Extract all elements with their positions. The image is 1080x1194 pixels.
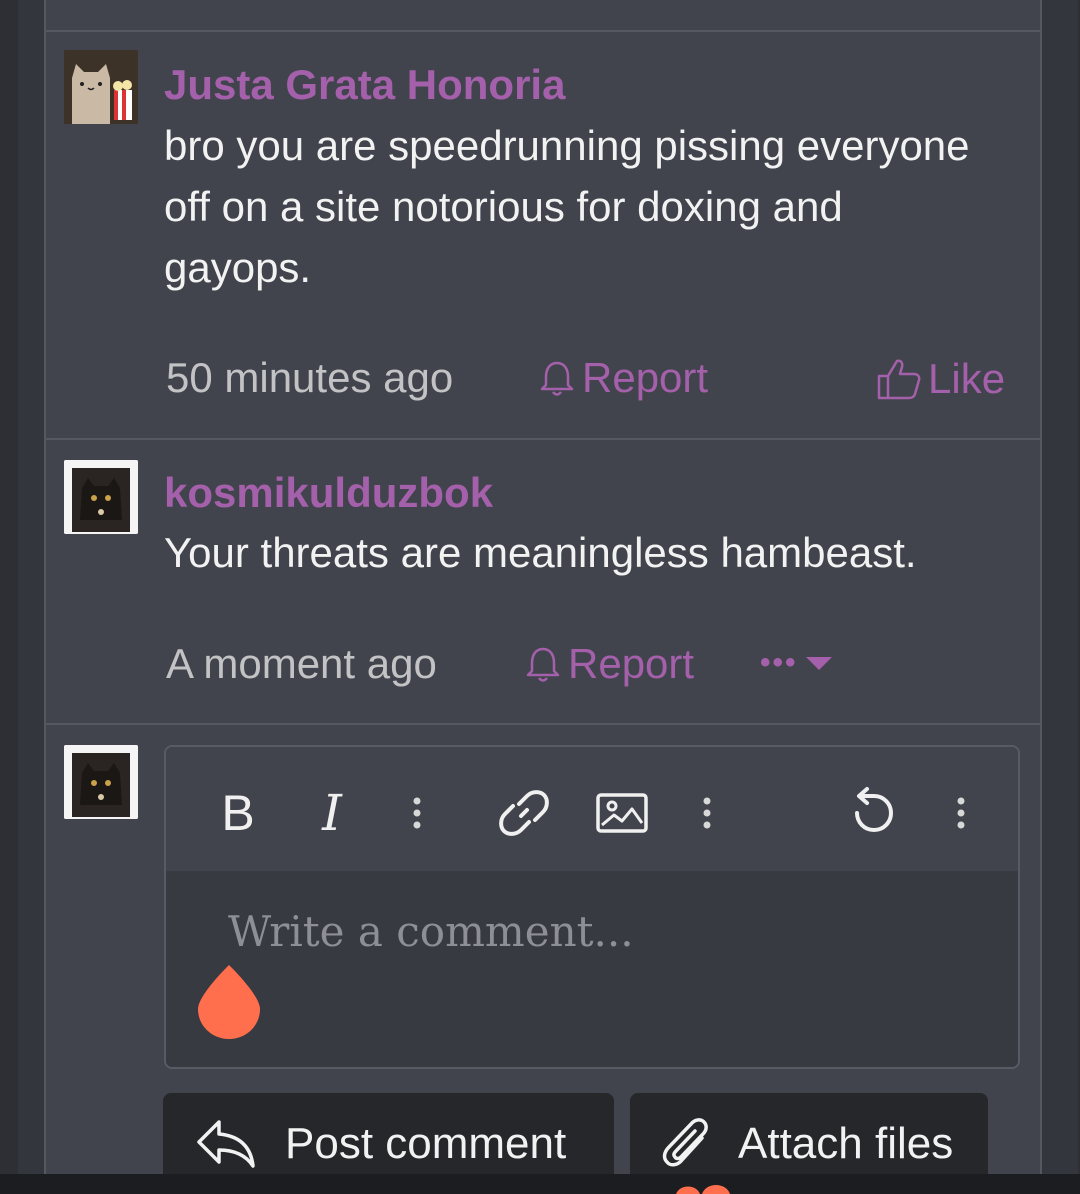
image-icon xyxy=(596,793,648,833)
current-user-avatar[interactable] xyxy=(64,745,138,819)
avatar[interactable] xyxy=(64,50,138,124)
insert-link-button[interactable] xyxy=(494,785,554,841)
system-navigation-bar xyxy=(0,1174,1080,1194)
insert-image-button[interactable] xyxy=(594,785,650,841)
report-button[interactable]: Report xyxy=(538,357,708,399)
comment-input[interactable]: Write a comment... xyxy=(228,907,634,956)
cat-avatar-icon xyxy=(64,460,138,534)
italic-button[interactable]: I xyxy=(304,784,360,842)
more-dots: ••• xyxy=(760,646,798,679)
report-label: Report xyxy=(582,354,709,401)
report-label: Report xyxy=(568,640,695,687)
thumbs-up-icon xyxy=(877,359,921,400)
divider xyxy=(44,438,1040,440)
italic-label: I xyxy=(322,784,342,842)
chevron-down-icon xyxy=(805,657,832,670)
reply-icon xyxy=(197,1119,255,1168)
comment-timestamp[interactable]: A moment ago xyxy=(166,643,437,685)
post-comment-label: Post comment xyxy=(285,1118,567,1168)
more-options-button[interactable]: ••• xyxy=(760,648,834,678)
bell-icon xyxy=(526,647,560,682)
like-button[interactable]: Like xyxy=(876,357,1005,401)
editor-toolbar: B I xyxy=(166,747,1018,871)
bold-label: B xyxy=(221,785,255,841)
attach-files-label: Attach files xyxy=(738,1118,954,1168)
comment-editor: B I Write a comment... xyxy=(164,745,1020,1069)
comment-text: Your threats are meaningless hambeast. xyxy=(164,529,917,576)
cat-avatar-icon xyxy=(64,50,138,124)
avatar[interactable] xyxy=(64,460,138,534)
comment-username[interactable]: kosmikulduzbok xyxy=(164,472,493,514)
link-icon xyxy=(499,790,549,836)
vertical-dots-icon xyxy=(413,797,421,829)
bell-icon xyxy=(540,361,574,396)
more-text-options-button[interactable] xyxy=(402,785,432,841)
report-button[interactable]: Report xyxy=(524,643,694,685)
undo-icon xyxy=(855,787,894,833)
paperclip-icon xyxy=(662,1117,708,1166)
bold-button[interactable]: B xyxy=(210,785,266,841)
more-insert-options-button[interactable] xyxy=(692,785,722,841)
like-label: Like xyxy=(928,355,1006,402)
cat-avatar-icon xyxy=(64,745,138,819)
comment-text: bro you are speedrunning pissing everyon… xyxy=(164,122,970,291)
divider xyxy=(44,30,1040,32)
undo-button[interactable] xyxy=(844,785,904,841)
comment-username[interactable]: Justa Grata Honoria xyxy=(164,64,565,106)
text-cursor-handle-icon[interactable] xyxy=(196,961,262,1041)
divider xyxy=(44,723,1040,725)
vertical-dots-icon xyxy=(703,797,711,829)
comment-timestamp[interactable]: 50 minutes ago xyxy=(166,357,453,399)
vertical-dots-icon xyxy=(957,797,965,829)
keyboard-handle-icon xyxy=(676,1185,730,1194)
more-editor-options-button[interactable] xyxy=(946,785,976,841)
